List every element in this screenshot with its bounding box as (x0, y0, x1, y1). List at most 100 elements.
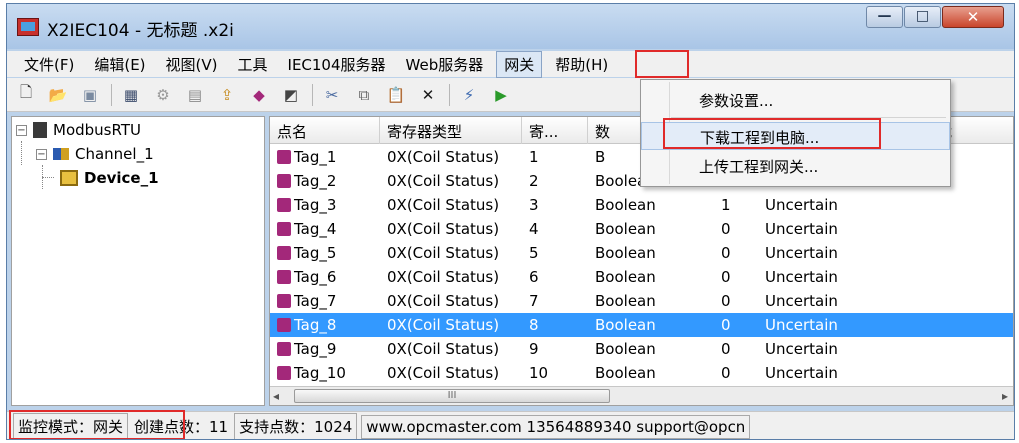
scroll-left-icon[interactable]: ◂ (273, 389, 279, 403)
col-header-address[interactable]: 寄... (522, 117, 588, 144)
cell-quality: Uncertain (765, 340, 838, 358)
cell-tag-name: Tag_10 (270, 361, 380, 385)
close-button[interactable]: ✕ (942, 6, 1004, 28)
add-device-icon[interactable]: ⚙ (152, 84, 174, 106)
title-bar: X2IEC104 - 无标题 .x2i — □ ✕ (7, 4, 1014, 49)
toolbar-separator (312, 83, 313, 106)
run-icon[interactable]: ▶ (490, 84, 512, 106)
close-icon: ✕ (966, 8, 980, 26)
collapse-icon[interactable]: − (16, 124, 27, 136)
menu-file[interactable]: 文件(F) (17, 52, 81, 77)
cell-type: 0X(Coil Status) (387, 364, 500, 382)
open-folder-icon[interactable]: 📂 (47, 84, 69, 106)
highlight-box-gateway-menu (635, 50, 689, 78)
table-row[interactable]: Tag_9 0X(Coil Status) 9 Boolean 0 Uncertain (270, 337, 1013, 361)
cell-val: 0 (721, 244, 731, 262)
modbus-icon (33, 122, 47, 138)
cell-timestamp (900, 193, 1013, 217)
delete-icon[interactable]: ✕ (417, 84, 439, 106)
tree-node-modbusrtu[interactable]: − ModbusRTU (16, 121, 141, 139)
menu-web-server[interactable]: Web服务器 (399, 52, 491, 77)
tree-node-device[interactable]: Device_1 (60, 169, 159, 187)
cell-type: 0X(Coil Status) (387, 220, 500, 238)
status-contact: www.opcmaster.com 13564889340 support@op… (361, 414, 751, 439)
tree-guide (42, 177, 54, 178)
menu-help[interactable]: 帮助(H) (548, 52, 615, 77)
tag-name-text: Tag_1 (294, 148, 337, 166)
menu-item-upload-project[interactable]: 上传工程到网关... (641, 152, 950, 180)
tag-name-text: Tag_10 (294, 364, 346, 382)
cell-val: 0 (721, 340, 731, 358)
table-row[interactable]: Tag_4 0X(Coil Status) 4 Boolean 0 Uncertain (270, 217, 1013, 241)
col-header-register-type[interactable]: 寄存器类型 (380, 117, 522, 144)
cell-quality: Uncertain (765, 196, 838, 214)
cell-type: 0X(Coil Status) (387, 268, 500, 286)
cell-addr: 2 (529, 172, 539, 190)
tag-name-text: Tag_7 (294, 292, 337, 310)
scroll-right-icon[interactable]: ▸ (1002, 389, 1008, 403)
tree-guide (21, 141, 22, 165)
table-row[interactable]: Tag_5 0X(Coil Status) 5 Boolean 0 Uncertain (270, 241, 1013, 265)
menu-view[interactable]: 视图(V) (159, 52, 225, 77)
table-row[interactable]: Tag_8 0X(Coil Status) 8 Boolean 0 Uncertain (270, 313, 1013, 337)
tag-icon (277, 150, 291, 164)
cell-timestamp (900, 241, 1013, 265)
cell-type: 0X(Coil Status) (387, 196, 500, 214)
batch-tag-icon[interactable]: ◆ (248, 84, 270, 106)
tag-name-text: Tag_5 (294, 244, 337, 262)
col-header-name[interactable]: 点名 (270, 117, 380, 144)
menu-bar: 文件(F) 编辑(E) 视图(V) 工具 IEC104服务器 Web服务器 网关… (7, 50, 1014, 78)
new-file-icon[interactable]: 🗋 (15, 83, 37, 106)
device-icon (60, 170, 78, 186)
menu-tools[interactable]: 工具 (231, 52, 275, 77)
collapse-icon[interactable]: − (36, 148, 47, 160)
highlight-box-download-item (663, 118, 881, 149)
scroll-thumb[interactable]: III (294, 389, 610, 403)
properties-icon[interactable]: ◩ (280, 84, 302, 106)
window-controls: — □ ✕ (865, 6, 1004, 28)
tree-node-channel[interactable]: − Channel_1 (36, 145, 154, 163)
tag-name-text: Tag_4 (294, 220, 337, 238)
maximize-button[interactable]: □ (904, 6, 941, 28)
cell-timestamp (900, 361, 1013, 385)
save-icon[interactable]: ▣ (79, 84, 101, 106)
cell-type: 0X(Coil Status) (387, 172, 500, 190)
cell-type: 0X(Coil Status) (387, 148, 500, 166)
cell-dtype: Boolean (595, 292, 656, 310)
table-row[interactable]: Tag_10 0X(Coil Status) 10 Boolean 0 Uncertain (270, 361, 1013, 385)
tag-icon (277, 270, 291, 284)
menu-iec104-server[interactable]: IEC104服务器 (281, 52, 393, 77)
tag-icon (277, 294, 291, 308)
paste-icon[interactable]: 📋 (385, 84, 407, 106)
tag-icon (277, 174, 291, 188)
add-tag-icon[interactable]: ▤ (184, 84, 206, 106)
table-row[interactable]: Tag_7 0X(Coil Status) 7 Boolean 0 Uncertain (270, 289, 1013, 313)
menu-edit[interactable]: 编辑(E) (87, 52, 152, 77)
cut-icon[interactable]: ✂ (321, 84, 343, 106)
cell-val: 0 (721, 292, 731, 310)
cell-addr: 1 (529, 148, 539, 166)
cell-timestamp (900, 289, 1013, 313)
add-channel-icon[interactable]: ▦ (120, 84, 142, 106)
menu-item-parameter-settings[interactable]: 参数设置... (641, 86, 950, 114)
table-row[interactable]: Tag_3 0X(Coil Status) 3 Boolean 1 Uncertain (270, 193, 1013, 217)
cell-tag-name: Tag_4 (270, 217, 380, 241)
cell-type: 0X(Coil Status) (387, 316, 500, 334)
cell-tag-name: Tag_5 (270, 241, 380, 265)
horizontal-scrollbar[interactable]: ◂ III ▸ (270, 386, 1013, 405)
import-icon[interactable]: ⇪ (216, 84, 238, 106)
tag-icon (277, 342, 291, 356)
cell-quality: Uncertain (765, 316, 838, 334)
minimize-button[interactable]: — (866, 6, 903, 28)
cell-quality: Uncertain (765, 268, 838, 286)
monitor-icon[interactable]: ⚡ (458, 84, 480, 106)
tag-name-text: Tag_6 (294, 268, 337, 286)
cell-tag-name: Tag_2 (270, 169, 380, 193)
tree-label-root: ModbusRTU (53, 121, 141, 139)
copy-icon[interactable]: ⧉ (353, 84, 375, 106)
table-row[interactable]: Tag_6 0X(Coil Status) 6 Boolean 0 Uncertain (270, 265, 1013, 289)
cell-addr: 7 (529, 292, 539, 310)
highlight-box-status-mode (9, 410, 185, 439)
menu-gateway[interactable]: 网关 (496, 50, 543, 78)
tag-icon (277, 222, 291, 236)
